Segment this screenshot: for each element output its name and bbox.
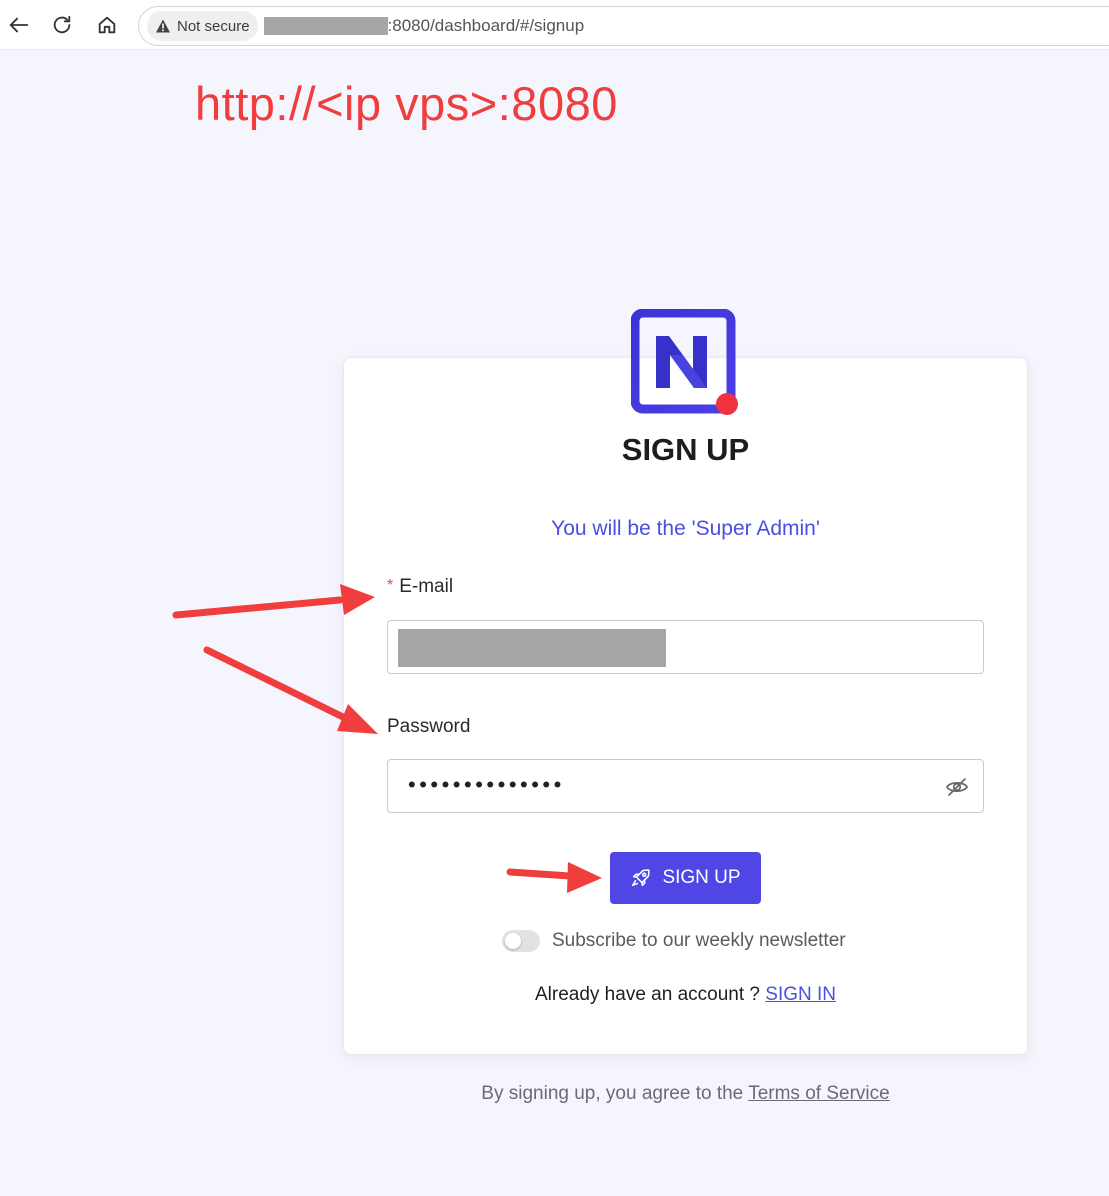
redacted-host (263, 17, 388, 35)
newsletter-row: Subscribe to our weekly newsletter (502, 928, 846, 954)
security-label: Not secure (177, 17, 250, 35)
terms-of-service-link[interactable]: Terms of Service (748, 1083, 889, 1104)
annotation-url-hint: http://<ip vps>:8080 (195, 77, 618, 130)
home-icon (98, 16, 116, 34)
url-text: :8080/dashboard/#/signup (387, 16, 585, 35)
password-value: •••••••••••••• (408, 772, 565, 797)
newsletter-label: Subscribe to our weekly newsletter (552, 930, 846, 951)
form-title: SIGN UP (621, 432, 750, 467)
warning-icon (156, 19, 170, 33)
reload-button[interactable] (45, 8, 79, 42)
password-label: Password (387, 716, 471, 737)
app-logo-icon (631, 309, 738, 415)
back-button[interactable] (2, 8, 36, 42)
have-account-text: Already have an account ? (534, 984, 760, 1005)
reload-icon (53, 15, 71, 34)
required-marker: * (387, 577, 394, 594)
eye-slash-icon[interactable] (945, 775, 969, 799)
arrow-to-email-icon (172, 596, 344, 619)
password-field[interactable]: •••••••••••••• (387, 759, 984, 813)
address-bar[interactable]: Not secure :8080/dashboard/#/signup (138, 6, 1109, 46)
arrow-to-password-icon (203, 646, 349, 722)
newsletter-toggle[interactable] (502, 930, 540, 952)
email-label: * E-mail (387, 576, 454, 597)
terms-note: By signing up, you agree to the Terms of… (343, 1083, 1028, 1105)
toggle-knob (505, 933, 521, 949)
terms-prefix: By signing up, you agree to the (481, 1083, 744, 1104)
rocket-icon (632, 869, 651, 887)
signup-button[interactable]: SIGN UP (610, 852, 761, 904)
home-button[interactable] (90, 8, 124, 42)
have-account-row: Already have an account ? SIGN IN (343, 984, 1028, 1006)
sign-in-link[interactable]: SIGN IN (765, 984, 836, 1005)
back-arrow-icon (9, 17, 29, 33)
redacted-email-value (398, 629, 666, 667)
super-admin-note: You will be the 'Super Admin' (551, 517, 820, 540)
signup-button-label: SIGN UP (662, 867, 741, 888)
email-field[interactable] (387, 620, 984, 674)
site-info-chip[interactable]: Not secure (147, 11, 258, 41)
browser-toolbar: Not secure :8080/dashboard/#/signup (0, 0, 1109, 50)
